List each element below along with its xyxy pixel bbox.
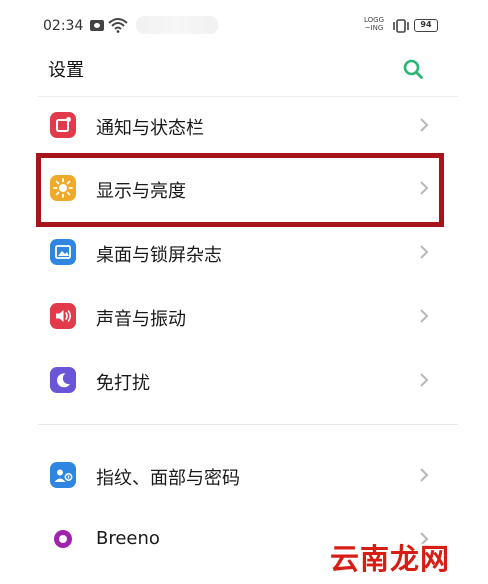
settings-item-label: 桌面与锁屏杂志 xyxy=(96,245,222,266)
camera-notification-icon xyxy=(90,20,104,31)
chevron-right-icon xyxy=(420,118,429,132)
moon-icon xyxy=(50,367,76,393)
settings-item-sound-vibration[interactable]: 声音与振动 xyxy=(0,285,488,345)
watermark: 云南龙网 xyxy=(330,542,451,576)
settings-item-fingerprint-face-password[interactable]: 指纹、面部与密码 xyxy=(0,444,488,504)
chevron-right-icon xyxy=(420,373,429,387)
status-time: 02:34 xyxy=(43,18,84,34)
wifi-icon xyxy=(108,18,128,33)
battery-indicator: 94 xyxy=(414,19,438,32)
sound-icon xyxy=(50,303,76,329)
chevron-right-icon xyxy=(420,468,429,482)
wallpaper-icon xyxy=(50,239,76,265)
settings-item-label: 指纹、面部与密码 xyxy=(96,468,240,489)
settings-item-label: 通知与状态栏 xyxy=(96,118,204,139)
vibrate-icon xyxy=(393,19,409,33)
settings-item-label: Breeno xyxy=(96,528,160,549)
fingerprint-face-icon xyxy=(50,462,76,488)
settings-item-do-not-disturb[interactable]: 免打扰 xyxy=(0,349,488,409)
page-title: 设置 xyxy=(48,60,84,81)
settings-item-desktop-lockscreen[interactable]: 桌面与锁屏杂志 xyxy=(0,221,488,281)
blurred-notification-area xyxy=(136,16,218,34)
settings-item-label: 免打扰 xyxy=(96,373,150,394)
breeno-icon xyxy=(50,526,76,552)
chevron-right-icon xyxy=(420,245,429,259)
highlight-box xyxy=(36,153,444,227)
notification-icon xyxy=(50,112,76,138)
section-divider xyxy=(38,424,458,425)
settings-item-label: 声音与振动 xyxy=(96,309,186,330)
network-speed: LOGG ~ING xyxy=(364,16,385,32)
chevron-right-icon xyxy=(420,309,429,323)
search-icon[interactable] xyxy=(402,58,424,80)
settings-item-notifications[interactable]: 通知与状态栏 xyxy=(0,94,488,154)
status-bar: 02:34 LOGG ~ING 94 xyxy=(0,0,488,52)
